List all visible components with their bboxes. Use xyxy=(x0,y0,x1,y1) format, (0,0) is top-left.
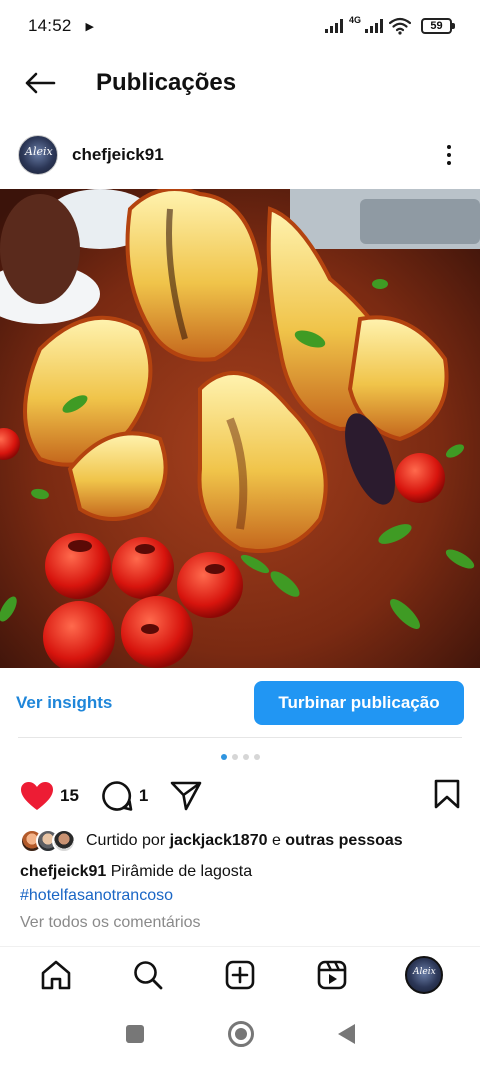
post-image[interactable] xyxy=(0,189,480,668)
app-header: Publicações xyxy=(0,52,480,114)
add-post-icon xyxy=(225,960,255,989)
liked-by-joiner: e xyxy=(271,832,281,849)
home-icon xyxy=(41,960,71,989)
back-arrow-icon xyxy=(25,72,56,94)
likes-count[interactable]: 15 xyxy=(60,786,79,806)
lobster-dish-photo xyxy=(0,189,480,668)
comment-icon[interactable] xyxy=(101,780,133,812)
system-navigation xyxy=(0,1002,480,1066)
nav-home[interactable] xyxy=(32,951,80,999)
carousel-dot xyxy=(220,754,227,760)
profile-avatar: Aleix xyxy=(405,955,443,994)
recents-icon[interactable] xyxy=(125,1025,144,1043)
status-time: 14:52 xyxy=(28,16,72,35)
view-all-comments-link[interactable]: Ver todos os comentários xyxy=(20,914,201,932)
heart-icon[interactable] xyxy=(20,781,54,811)
nav-reels[interactable] xyxy=(308,951,356,999)
search-icon xyxy=(134,960,163,989)
nav-search[interactable] xyxy=(124,951,172,999)
media-playing-icon: ▶ xyxy=(85,20,95,33)
liked-by-user[interactable]: jackjack1870 xyxy=(170,832,268,849)
send-icon[interactable] xyxy=(170,781,202,811)
boost-post-button[interactable]: Turbinar publicação xyxy=(254,681,464,725)
signal-icon-secondary xyxy=(365,19,383,33)
more-options-icon[interactable] xyxy=(436,140,462,170)
post-actions: 15 1 xyxy=(0,776,480,816)
system-back-icon[interactable] xyxy=(337,1024,355,1044)
carousel-dot xyxy=(253,754,260,760)
view-insights-link[interactable]: Ver insights xyxy=(16,693,112,713)
nav-create[interactable] xyxy=(216,951,264,999)
back-button[interactable] xyxy=(0,52,80,114)
carousel-indicator xyxy=(0,754,480,760)
save-action xyxy=(434,779,460,814)
caption-text: Pirâmide de lagosta xyxy=(110,863,253,880)
battery-icon: 59 xyxy=(421,18,455,34)
share-action xyxy=(170,781,202,811)
bottom-navigation: Aleix xyxy=(0,946,480,1002)
liked-by-prefix: Curtido por xyxy=(86,832,166,849)
liked-by-others[interactable]: outras pessoas xyxy=(285,832,402,849)
carousel-dot xyxy=(242,754,249,760)
liked-by-text: Curtido por jackjack1870 e outras pessoa… xyxy=(86,832,403,850)
comments-count[interactable]: 1 xyxy=(139,786,148,806)
page-title: Publicações xyxy=(96,69,237,96)
battery-level: 59 xyxy=(430,20,443,32)
comment-action: 1 xyxy=(101,780,148,812)
home-button-icon[interactable] xyxy=(227,1021,254,1047)
signal-icon xyxy=(324,19,343,33)
network-type: 4G xyxy=(348,15,361,25)
insights-row: Ver insights Turbinar publicação xyxy=(0,678,480,728)
divider xyxy=(18,737,462,738)
like-action: 15 xyxy=(20,781,79,811)
status-indicators: 4G 59 xyxy=(324,15,455,35)
profile-avatar-logo-text: Aleix xyxy=(413,966,436,977)
carousel-dot xyxy=(231,754,238,760)
bookmark-icon[interactable] xyxy=(434,779,460,809)
liker-avatars xyxy=(20,829,76,853)
post-caption: chefjeick91 Pirâmide de lagosta #hotelfa… xyxy=(20,860,460,908)
caption-hashtag[interactable]: #hotelfasanotrancoso xyxy=(20,884,460,908)
reels-icon xyxy=(317,960,347,989)
caption-author[interactable]: chefjeick91 xyxy=(20,863,106,880)
liker-avatar xyxy=(52,829,76,853)
liked-by-row[interactable]: Curtido por jackjack1870 e outras pessoa… xyxy=(0,826,480,856)
status-bar: 14:52 ▶ 4G 59 xyxy=(0,0,480,52)
post-author-row: Aleix chefjeick91 xyxy=(0,128,480,182)
nav-profile[interactable]: Aleix xyxy=(400,951,448,999)
avatar-logo-text: Aleix xyxy=(25,145,53,158)
author-username[interactable]: chefjeick91 xyxy=(72,145,164,165)
author-avatar[interactable]: Aleix xyxy=(18,135,58,175)
wifi-icon xyxy=(389,17,411,35)
